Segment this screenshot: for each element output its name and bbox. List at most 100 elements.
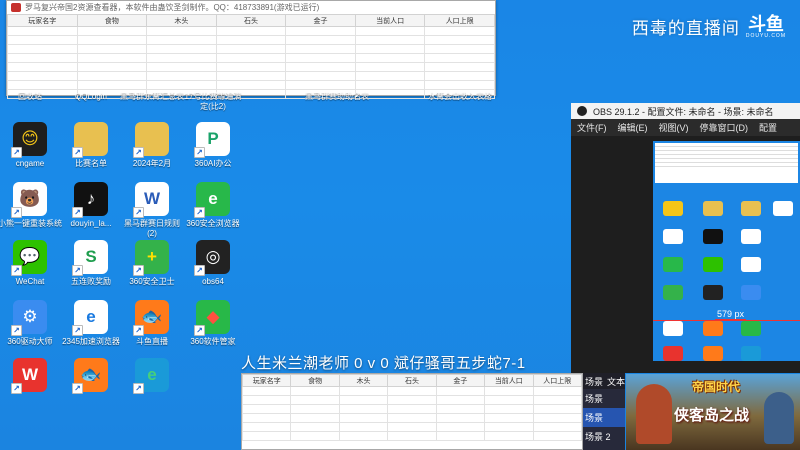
desktop-icon[interactable]: 💬 ↗ WeChat [0,240,62,287]
preview-360driver-icon [741,285,761,300]
cngame-icon-glyph: 😊 [21,129,39,148]
col-population-cap[interactable]: 人口上限 [424,14,495,27]
desktop-icon[interactable]: 🐻 ↗ 小熊一键重装系统 [0,182,62,229]
table-row[interactable] [7,44,495,54]
desktop-icon[interactable]: ↗ 2024年2月 [120,122,184,169]
edge-icon: e ↗ [133,358,169,394]
desktop-icon-label: 斗鱼直播 [136,337,168,346]
table-row[interactable] [7,62,495,72]
obs-menu-file[interactable]: 文件(F) [577,121,607,134]
desktop-icon[interactable]: ◎ ↗ obs64 [181,240,245,287]
table-row[interactable] [241,395,583,405]
game-ad-banner[interactable]: 帝国时代 侠客岛之战 [626,374,800,450]
360ai-icon-glyph: P [207,129,219,148]
col-population[interactable]: 当前人口 [354,14,426,27]
resource-viewer-window[interactable]: 罗马复兴帝国2资源查看器，本软件由蛊饮圣剑制作。QQ：418733891(游戏已… [6,0,496,99]
douyu-icon: 🐟 ↗ [72,358,108,394]
desktop-icon-label: 360安全卫士 [129,277,175,286]
desktop-label-recycle-bin[interactable]: 回收站 [0,92,62,102]
col-wood[interactable]: 木头 [338,374,389,387]
desktop-icon[interactable]: e ↗ [120,358,184,395]
col-food[interactable]: 食物 [76,14,148,27]
360guard-icon-glyph: + [147,247,157,266]
scene-item-selected[interactable]: 场景 [583,408,625,427]
desktop-label-match[interactable]: 17号比赛等遍满定(比2) [181,92,245,112]
scene-item[interactable]: 场景 [583,389,625,408]
desktop-icon[interactable]: P ↗ 360AI办公 [181,122,245,169]
obs-menu-view[interactable]: 视图(V) [659,121,689,134]
table-row[interactable] [7,71,495,81]
table-row[interactable] [7,35,495,45]
wechat-icon-glyph: 💬 [19,247,41,266]
wps-icon: W ↗ [11,358,47,394]
table-row[interactable] [7,26,495,36]
desktop-icon[interactable]: 😊 ↗ cngame [0,122,62,169]
preview-douyu-icon [703,321,723,336]
col-stone[interactable]: 石头 [387,374,437,387]
col-stone[interactable]: 石头 [215,14,287,27]
desktop-icon[interactable]: 🐟 ↗ 斗鱼直播 [120,300,184,347]
desktop-icon-label: 360驱动大师 [7,337,53,346]
obs-size-readout: 579 px [715,309,747,320]
preview-folder-icon [741,201,761,216]
col-population[interactable]: 当前人口 [484,374,534,387]
desktop-icon[interactable]: ⚙ ↗ 360驱动大师 [0,300,62,347]
desktop-label-income[interactable]: 水篝会出收入表格 [428,92,492,102]
col-wood[interactable]: 木头 [146,14,217,27]
preview-douyin-icon [703,229,723,244]
obs-window[interactable]: OBS 29.1.2 - 配置文件: 未命名 - 场景: 未命名 文件(F) 编… [571,103,800,373]
col-gold[interactable]: 金子 [285,14,356,27]
table-row[interactable] [241,386,583,396]
word-doc-icon-glyph: W [143,189,161,208]
360soft-icon: ◆ ↗ [194,300,230,336]
table-row[interactable] [241,413,583,423]
resource-viewer-titlebar[interactable]: 罗马复兴帝国2资源查看器，本软件由蛊饮圣剑制作。QQ：418733891(游戏已… [7,1,495,14]
desktop-label-helpers[interactable]: 黑马群赛助助名表 [305,92,369,102]
desktop-icon[interactable]: 🐟 ↗ [59,358,123,395]
watermark-text: 西毒的直播间 [631,19,740,38]
desktop-icon[interactable]: + ↗ 360安全卫士 [120,240,184,287]
scene-item[interactable]: 场景 2 [583,427,625,446]
rome-app-icon [11,3,21,12]
desktop-icon[interactable]: S ↗ 五连败奖励 [59,240,123,287]
table-row[interactable] [241,422,583,432]
desktop-label-summary[interactable]: 黑马群东篝汇总表 [120,92,184,102]
desktop-icon[interactable]: e ↗ 2345加速浏览器 [59,300,123,347]
col-food[interactable]: 食物 [290,374,340,387]
obs-icon: ◎ ↗ [194,240,230,276]
preview-360guard-icon [663,285,683,300]
wps-icon-glyph: W [21,365,39,384]
table-row[interactable] [7,53,495,63]
col-player-name[interactable]: 玩家名字 [7,14,78,27]
preview-obs-icon [703,285,723,300]
obs-preview[interactable]: 579 px [653,141,800,361]
col-population-cap[interactable]: 人口上限 [532,374,583,387]
desktop-label-qqlogin[interactable]: QQLogin [59,92,123,102]
obs-menu-profile[interactable]: 配置 [759,121,777,134]
col-gold[interactable]: 金子 [435,374,486,387]
table-row[interactable] [241,431,583,441]
shortcut-arrow-icon: ↗ [11,207,22,218]
desktop-icon[interactable]: e ↗ 360安全浏览器 [181,182,245,229]
desktop-icon-label: cngame [15,159,45,168]
shortcut-arrow-icon: ↗ [72,383,83,394]
col-player-name[interactable]: 玩家名字 [241,374,292,387]
desktop-icon[interactable]: ↗ 比赛名单 [59,122,123,169]
obs-menu-docks[interactable]: 停靠窗口(D) [700,121,749,134]
shortcut-arrow-icon: ↗ [72,325,83,336]
desktop-icon[interactable]: ♪ ↗ douyin_la... [59,182,123,229]
preview-folder-icon [703,201,723,216]
desktop-icon[interactable]: W ↗ 黑马群赛日规则(2) [120,182,184,239]
table-row[interactable] [7,80,495,90]
match-score-overlay: 人生米兰潮老师 0 v 0 斌仔骚哥五步蛇7-1 [241,355,526,372]
shortcut-arrow-icon: ↗ [72,207,83,218]
desktop-icon[interactable]: ◆ ↗ 360软件管家 [181,300,245,347]
obs-menu-edit[interactable]: 编辑(E) [618,121,648,134]
resource-viewer-window-2[interactable]: 玩家名字 食物 木头 石头 金子 当前人口 人口上限 [241,373,583,450]
360guard-icon: + ↗ [133,240,169,276]
table-row[interactable] [241,404,583,414]
douyu-logo: 斗鱼 DOUYU.COM [746,15,786,39]
stream-watermark: 西毒的直播间 斗鱼 DOUYU.COM [632,14,786,39]
desktop-icon[interactable]: W ↗ [0,358,62,395]
obs-titlebar[interactable]: OBS 29.1.2 - 配置文件: 未命名 - 场景: 未命名 [571,103,800,119]
